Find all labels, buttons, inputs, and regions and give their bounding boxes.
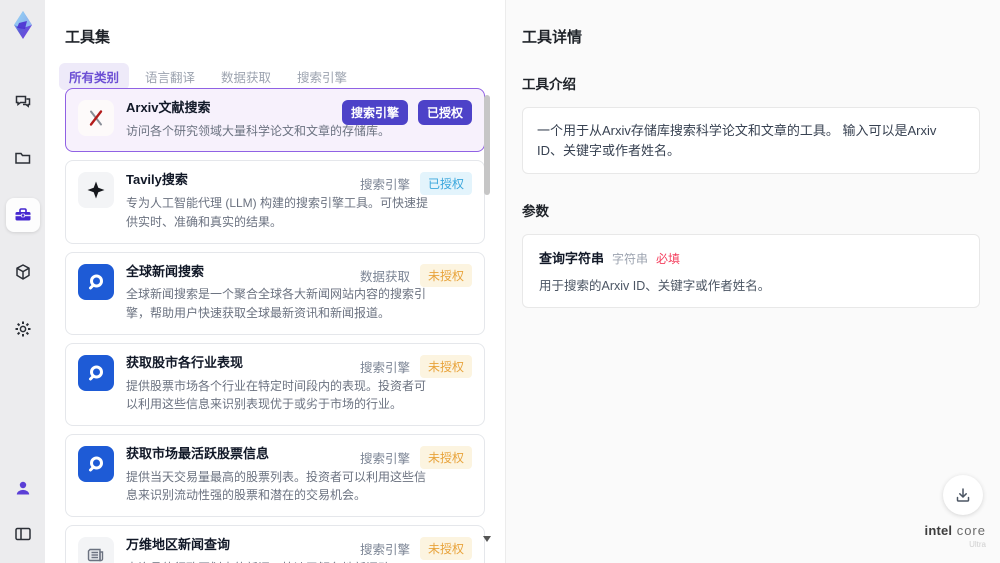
category-label: 搜索引擎 (359, 178, 410, 193)
brand-sub: Ultra (969, 540, 986, 549)
auth-status-badge: 已授权 (417, 100, 472, 125)
tab-search-engine[interactable]: 搜索引擎 (287, 63, 357, 90)
folder-icon (14, 152, 30, 164)
tool-card-regional-news[interactable]: 万维地区新闻查询 查询具体行政区划内的新闻，快速了解各地新闻动 搜索引擎 未授权 (65, 524, 485, 563)
blue-search-logo-icon (78, 354, 114, 391)
param-required-flag: 必填 (656, 252, 681, 266)
app-window: 工具集 所有类别 语言翻译 数据获取 搜索引擎 Arxiv文献搜索 访问各个研究… (0, 0, 1000, 563)
chat-icon (15, 95, 30, 108)
download-icon (956, 488, 970, 502)
category-label: 搜索引擎 (359, 360, 410, 375)
parameter-card: 查询字符串 字符串 必填 用于搜索的Arxiv ID、关键字或作者姓名。 (522, 234, 980, 308)
sidebar-item-files[interactable] (6, 141, 40, 175)
blue-search-logo-icon (78, 263, 114, 300)
category-badge: 搜索引擎 (341, 100, 408, 125)
auth-status-badge: 已授权 (419, 172, 472, 196)
param-name: 查询字符串 (539, 251, 605, 266)
blue-search-logo-icon (78, 445, 114, 482)
auth-status-badge: 未授权 (419, 536, 472, 560)
intro-box: 一个用于从Arxiv存储库搜索科学论文和文章的工具。 输入可以是Arxiv ID… (522, 107, 980, 174)
tool-detail-panel: 工具详情 工具介绍 一个用于从Arxiv存储库搜索科学论文和文章的工具。 输入可… (505, 0, 1000, 563)
auth-status-badge: 未授权 (419, 445, 472, 469)
tool-card-sector-performance[interactable]: 获取股市各行业表现 提供股票市场各个行业在特定时间段内的表现。投资者可以利用这些… (65, 342, 485, 426)
auth-status-badge: 未授权 (419, 263, 472, 287)
auth-status-badge: 未授权 (419, 354, 472, 378)
detail-title: 工具详情 (522, 29, 583, 46)
download-button[interactable] (943, 475, 983, 515)
tool-card-active-stocks[interactable]: 获取市场最活跃股票信息 提供当天交易量最高的股票列表。投资者可以利用这些信息来识… (65, 433, 485, 517)
rail-nav (5, 84, 40, 346)
toolbox-icon (15, 208, 30, 221)
gear-icon (15, 321, 30, 337)
scrollbar-thumb[interactable] (484, 95, 490, 195)
user-avatar-button[interactable] (6, 471, 40, 505)
rail-bottom (6, 471, 40, 551)
panel-toggle-icon (14, 527, 31, 541)
param-desc: 用于搜索的Arxiv ID、关键字或作者姓名。 (539, 279, 771, 293)
newspaper-icon (78, 536, 114, 563)
page-title: 工具集 (65, 29, 111, 46)
param-type: 字符串 (612, 252, 649, 266)
sidebar-item-settings[interactable] (6, 312, 40, 346)
left-rail (0, 0, 45, 563)
brand-intel: intel (924, 523, 953, 538)
arxiv-logo-icon (78, 100, 114, 136)
panel-toggle-button[interactable] (6, 517, 40, 551)
cube-icon (15, 264, 30, 280)
tool-card-list: Arxiv文献搜索 访问各个研究领域大量科学论文和文章的存储库。 搜索引擎 已授… (65, 88, 485, 563)
intro-heading: 工具介绍 (522, 77, 576, 92)
category-label: 搜索引擎 (359, 542, 410, 557)
tool-desc: 提供当天交易量最高的股票列表。投资者可以利用这些信息来识别流动性强的股票和潜在的… (126, 469, 427, 503)
category-label: 数据获取 (359, 269, 410, 284)
intel-core-logo: intel core Ultra (925, 523, 986, 549)
category-label: 搜索引擎 (359, 451, 410, 466)
sidebar-item-packages[interactable] (6, 255, 40, 289)
user-icon (16, 481, 29, 495)
app-logo-icon (13, 11, 32, 39)
tool-card-tavily[interactable]: Tavily搜索 专为人工智能代理 (LLM) 构建的搜索引擎工具。可快速提供实… (65, 160, 485, 244)
brand-core: core (956, 523, 986, 538)
params-heading: 参数 (522, 204, 549, 219)
tool-card-global-news[interactable]: 全球新闻搜索 全球新闻搜索是一个聚合全球各大新闻网站内容的搜索引擎，帮助用户快速… (65, 251, 485, 335)
tool-desc: 提供股票市场各个行业在特定时间段内的表现。投资者可以利用这些信息来识别表现优于或… (126, 378, 427, 412)
tool-desc: 全球新闻搜索是一个聚合全球各大新闻网站内容的搜索引擎，帮助用户快速获取全球最新资… (126, 287, 427, 321)
tool-card-arxiv[interactable]: Arxiv文献搜索 访问各个研究领域大量科学论文和文章的存储库。 搜索引擎 已授… (65, 88, 485, 153)
sidebar-item-chat[interactable] (6, 84, 40, 118)
tool-desc: 专为人工智能代理 (LLM) 构建的搜索引擎工具。可快速提供实时、准确和真实的结… (126, 196, 429, 229)
tavily-star-icon (78, 172, 114, 209)
tab-data-fetch[interactable]: 数据获取 (211, 63, 281, 90)
sidebar-item-tools[interactable] (5, 198, 40, 232)
tool-list-panel: 工具集 所有类别 语言翻译 数据获取 搜索引擎 Arxiv文献搜索 访问各个研究… (45, 0, 500, 563)
tab-all-categories[interactable]: 所有类别 (59, 63, 130, 90)
category-tabs: 所有类别 语言翻译 数据获取 搜索引擎 (59, 63, 500, 90)
scrollbar-down-arrow[interactable] (483, 536, 491, 542)
tab-language-translation[interactable]: 语言翻译 (135, 63, 205, 90)
